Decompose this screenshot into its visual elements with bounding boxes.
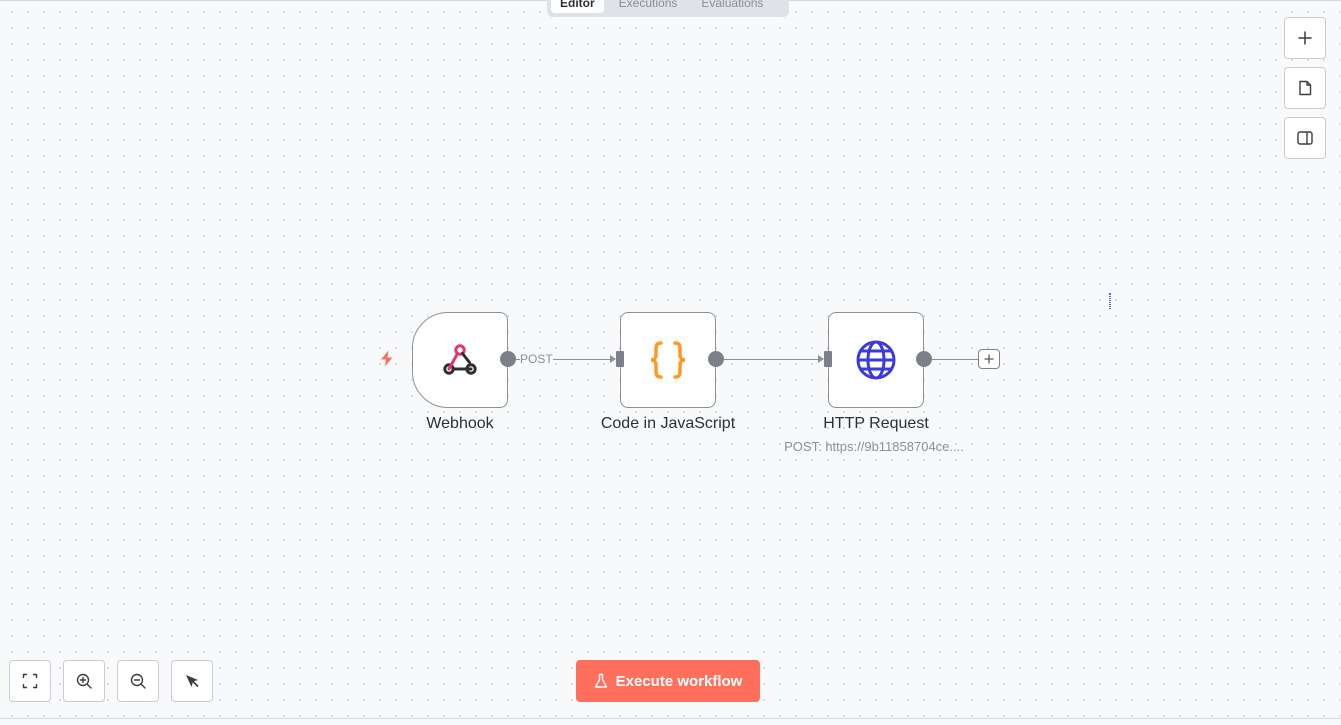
- execute-workflow-label: Execute workflow: [615, 672, 743, 690]
- edge-add-connector: [932, 359, 978, 360]
- edge-code-http[interactable]: [724, 359, 820, 360]
- tab-editor[interactable]: Editor: [551, 0, 604, 13]
- add-sticky-button[interactable]: [1284, 67, 1326, 109]
- trigger-bolt-icon: [381, 350, 393, 367]
- tidy-up-button[interactable]: [171, 660, 213, 702]
- node-http-request-subtitle: POST: https://9b11858704ce....: [784, 439, 964, 454]
- curly-braces-icon: [650, 341, 686, 379]
- toggle-panel-button[interactable]: [1284, 117, 1326, 159]
- code-output-handle[interactable]: [708, 351, 724, 367]
- edge-label-post: POST: [520, 352, 553, 366]
- tidy-up-icon: [186, 675, 199, 688]
- tab-evaluations[interactable]: Evaluations: [692, 0, 772, 13]
- canvas-bottom-border: [0, 718, 1341, 719]
- zoom-in-icon: [76, 673, 92, 689]
- text-cursor-marker: [1109, 293, 1111, 309]
- globe-icon: [856, 340, 896, 380]
- add-next-node-button[interactable]: [978, 349, 1000, 369]
- code-input-handle[interactable]: [616, 351, 624, 367]
- sticky-note-icon: [1299, 80, 1312, 96]
- node-http-request-label: HTTP Request: [823, 415, 929, 432]
- execute-workflow-button[interactable]: Execute workflow: [576, 660, 760, 702]
- node-webhook[interactable]: [412, 312, 508, 408]
- zoom-in-button[interactable]: [63, 660, 105, 702]
- plus-icon: [984, 354, 994, 364]
- panel-toggle-icon: [1297, 131, 1313, 145]
- node-code[interactable]: [620, 312, 716, 408]
- webhook-output-handle[interactable]: [500, 351, 516, 367]
- fit-view-button[interactable]: [9, 660, 51, 702]
- tab-executions[interactable]: Executions: [610, 0, 687, 13]
- node-http-request[interactable]: [828, 312, 924, 408]
- zoom-out-button[interactable]: [117, 660, 159, 702]
- view-tabs: Editor Executions Evaluations: [547, 0, 789, 17]
- flask-icon: [594, 673, 607, 688]
- fit-view-icon: [22, 673, 38, 689]
- plus-icon: [1298, 31, 1312, 45]
- http-output-handle[interactable]: [916, 351, 932, 367]
- zoom-out-icon: [130, 673, 146, 689]
- node-code-label: Code in JavaScript: [600, 415, 736, 432]
- webhook-icon: [443, 344, 477, 375]
- http-input-handle[interactable]: [824, 351, 832, 367]
- node-webhook-label: Webhook: [426, 415, 494, 432]
- add-node-button[interactable]: [1284, 17, 1326, 59]
